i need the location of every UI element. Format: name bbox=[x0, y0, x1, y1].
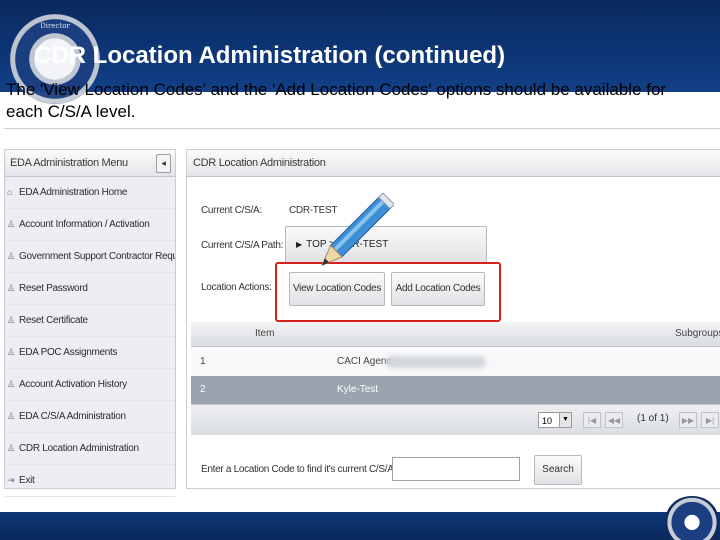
sidebar-item-label: Account Activation History bbox=[19, 379, 127, 390]
sidebar-item-label: EDA POC Assignments bbox=[19, 347, 118, 358]
panel-title: CDR Location Administration bbox=[187, 150, 720, 177]
sidebar-item-label: EDA Administration Home bbox=[19, 187, 128, 198]
column-header-subgroups[interactable]: Subgroups bbox=[675, 328, 720, 339]
user-icon: ♙ bbox=[7, 315, 15, 325]
user-icon: ♙ bbox=[7, 219, 15, 229]
row-subgroup-name: Kyle-Test bbox=[337, 384, 379, 395]
sidebar-item-label: Reset Password bbox=[19, 283, 88, 294]
sidebar-item-exit[interactable]: ⇥ Exit bbox=[5, 465, 175, 497]
arrow-right-icon: ▶ bbox=[296, 240, 303, 249]
sidebar-item-label: Government Support Contractor Request bbox=[19, 251, 175, 262]
page-size-select[interactable]: 10 ▼ bbox=[538, 412, 572, 428]
user-icon: ♙ bbox=[7, 283, 15, 293]
next-page-button[interactable]: ▶▶ bbox=[679, 412, 697, 428]
row-item-number: 2 bbox=[200, 384, 206, 395]
app-screenshot: EDA Administration Menu ◂ ⌂ EDA Administr… bbox=[4, 128, 720, 505]
sidebar-title-text: EDA Administration Menu bbox=[10, 157, 128, 169]
sidebar-title: EDA Administration Menu ◂ bbox=[5, 150, 175, 177]
sidebar-item-label: Account Information / Activation bbox=[19, 219, 150, 230]
search-button[interactable]: Search bbox=[534, 455, 582, 485]
sidebar-item-label: EDA C/S/A Administration bbox=[19, 411, 126, 422]
user-icon: ♙ bbox=[7, 411, 15, 421]
sidebar-item-label: Exit bbox=[19, 475, 35, 486]
sidebar-item-reset-certificate[interactable]: ♙ Reset Certificate bbox=[5, 305, 175, 337]
collapse-sidebar-button[interactable]: ◂ bbox=[156, 154, 171, 173]
sidebar: EDA Administration Menu ◂ ⌂ EDA Administr… bbox=[4, 149, 176, 497]
sidebar-item-label: Reset Certificate bbox=[19, 315, 88, 326]
page-info: (1 of 1) bbox=[637, 413, 669, 424]
sidebar-item-cdr-location-admin[interactable]: ♙ CDR Location Administration bbox=[5, 433, 175, 465]
dod-seal-icon bbox=[666, 496, 718, 540]
user-icon: ♙ bbox=[7, 379, 15, 389]
row-item-number: 1 bbox=[200, 356, 206, 367]
location-actions-label: Location Actions: bbox=[201, 282, 272, 293]
sidebar-item-csa-admin[interactable]: ♙ EDA C/S/A Administration bbox=[5, 401, 175, 433]
page-size-value: 10 bbox=[542, 416, 553, 426]
user-icon: ♙ bbox=[7, 251, 15, 261]
sidebar-item-gov-contractor[interactable]: ♙ Government Support Contractor Request bbox=[5, 241, 175, 273]
sidebar-item-reset-password[interactable]: ♙ Reset Password bbox=[5, 273, 175, 305]
slide-title: CDR Location Administration (continued) bbox=[34, 42, 506, 69]
exit-icon: ⇥ bbox=[7, 475, 15, 485]
current-csa-label: Current C/S/A: bbox=[201, 205, 262, 216]
table-pager: 10 ▼ |◀ ◀◀ (1 of 1) ▶▶ ▶| bbox=[191, 404, 720, 435]
sidebar-item-label: CDR Location Administration bbox=[19, 443, 139, 454]
current-path-label: Current C/S/A Path: bbox=[201, 240, 284, 251]
main-panel: CDR Location Administration Current C/S/… bbox=[186, 149, 720, 489]
first-page-button[interactable]: |◀ bbox=[583, 412, 601, 428]
add-location-codes-button[interactable]: Add Location Codes bbox=[391, 272, 485, 306]
slide-footer bbox=[0, 512, 720, 540]
sidebar-item-eda-home[interactable]: ⌂ EDA Administration Home bbox=[5, 177, 175, 209]
seal-text: Director bbox=[40, 22, 70, 30]
column-header-item[interactable]: Item bbox=[255, 328, 274, 339]
user-icon: ♙ bbox=[7, 443, 15, 453]
table-header: Item Subgroups bbox=[191, 322, 720, 347]
chevron-down-icon: ▼ bbox=[559, 413, 571, 427]
user-icon: ♙ bbox=[7, 347, 15, 357]
redacted-text bbox=[386, 356, 486, 368]
slide-subtitle: The 'View Location Codes' and the 'Add L… bbox=[6, 80, 667, 121]
last-page-button[interactable]: ▶| bbox=[701, 412, 719, 428]
sidebar-item-poc-assignments[interactable]: ♙ EDA POC Assignments bbox=[5, 337, 175, 369]
pencil-icon bbox=[321, 192, 394, 267]
prev-page-button[interactable]: ◀◀ bbox=[605, 412, 623, 428]
sidebar-item-account-info[interactable]: ♙ Account Information / Activation bbox=[5, 209, 175, 241]
sidebar-item-activation-history[interactable]: ♙ Account Activation History bbox=[5, 369, 175, 401]
location-code-input[interactable] bbox=[392, 457, 520, 481]
table-row-selected[interactable]: 2 Kyle-Test bbox=[191, 376, 720, 404]
home-icon: ⌂ bbox=[7, 187, 13, 197]
table-row[interactable]: 1 CACI Agency bbox=[191, 348, 720, 376]
search-label: Enter a Location Code to find it's curre… bbox=[201, 464, 397, 475]
